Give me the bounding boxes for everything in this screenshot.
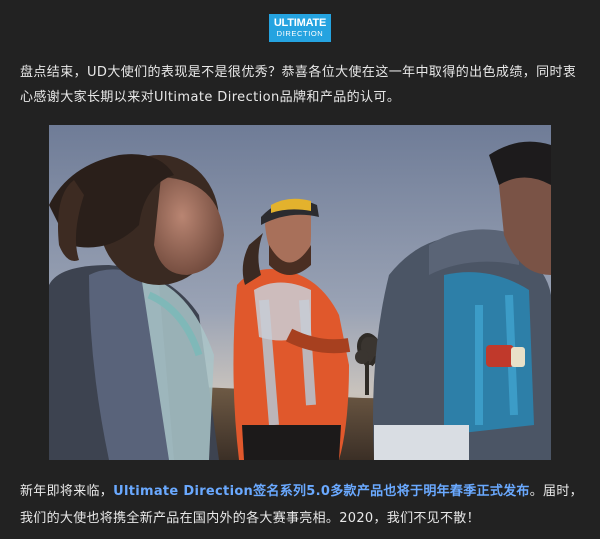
logo-line2: DIRECTION <box>276 29 324 39</box>
outro-highlight: Ultimate Direction签名系列5.0多款产品也将于明年春季正式发布 <box>113 484 530 499</box>
article-page: ULTIMATE DIRECTION 盘点结束，UD大使们的表现是不是很优秀？恭… <box>0 0 600 539</box>
logo-line1: ULTIMATE <box>273 17 327 30</box>
runners-photo <box>49 125 551 460</box>
intro-paragraph: 盘点结束，UD大使们的表现是不是很优秀？恭喜各位大使在这一年中取得的出色成绩，同… <box>20 65 577 105</box>
outro-paragraph: 新年即将来临，Ultimate Direction签名系列5.0多款产品也将于明… <box>20 478 586 532</box>
ultimate-direction-logo: ULTIMATE DIRECTION <box>269 14 331 42</box>
outro-prefix: 新年即将来临， <box>20 484 114 499</box>
